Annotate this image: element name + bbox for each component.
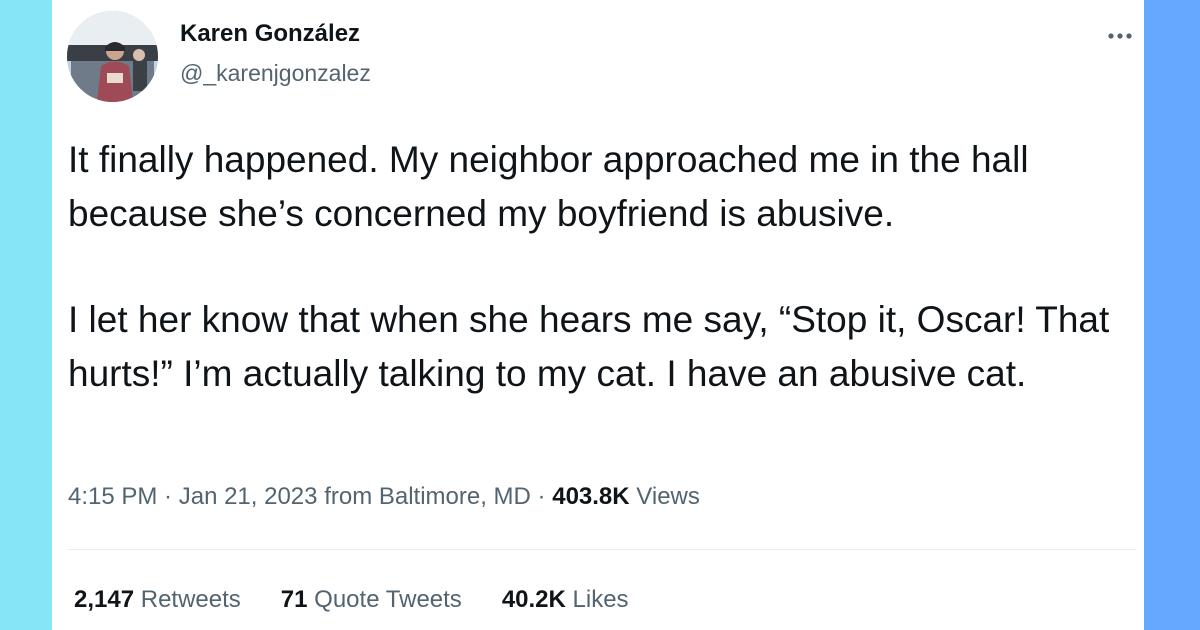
- right-border-decoration: [1144, 0, 1200, 630]
- quote-tweets-stat[interactable]: 71 Quote Tweets: [281, 586, 462, 614]
- likes-stat[interactable]: 40.2K Likes: [502, 586, 629, 614]
- tweet-date[interactable]: Jan 21, 2023: [179, 483, 318, 510]
- tweet-time[interactable]: 4:15 PM: [68, 483, 157, 510]
- tweet-stats: 2,147 Retweets 71 Quote Tweets 40.2K Lik…: [74, 586, 629, 614]
- tweet-text: It finally happened. My neighbor approac…: [68, 133, 1133, 401]
- tweet-card: Karen González @_karenjgonzalez It final…: [52, 0, 1144, 630]
- meta-separator: ·: [157, 483, 179, 510]
- quote-tweets-label: Quote Tweets: [314, 586, 462, 613]
- retweets-count: 2,147: [74, 586, 135, 613]
- divider: [68, 549, 1136, 550]
- likes-label: Likes: [572, 586, 629, 613]
- tweet-metadata: 4:15 PM · Jan 21, 2023 from Baltimore, M…: [68, 483, 700, 511]
- tweet-paragraph: It finally happened. My neighbor approac…: [68, 139, 1029, 234]
- tweet-location: from Baltimore, MD: [324, 483, 531, 510]
- likes-count: 40.2K: [501, 586, 566, 613]
- views-count: 403.8K: [552, 483, 630, 510]
- display-name[interactable]: Karen González: [180, 20, 360, 48]
- more-options-icon[interactable]: [1102, 22, 1138, 50]
- left-border-decoration: [0, 0, 52, 630]
- retweets-stat[interactable]: 2,147 Retweets: [74, 586, 241, 614]
- meta-separator: ·: [530, 483, 553, 510]
- avatar-photo: [67, 11, 158, 102]
- avatar[interactable]: [67, 11, 158, 102]
- retweets-label: Retweets: [140, 586, 241, 613]
- user-handle[interactable]: @_karenjgonzalez: [180, 60, 371, 87]
- views-label: Views: [636, 483, 700, 510]
- tweet-paragraph: I let her know that when she hears me sa…: [68, 299, 1110, 394]
- quote-tweets-count: 71: [280, 586, 308, 613]
